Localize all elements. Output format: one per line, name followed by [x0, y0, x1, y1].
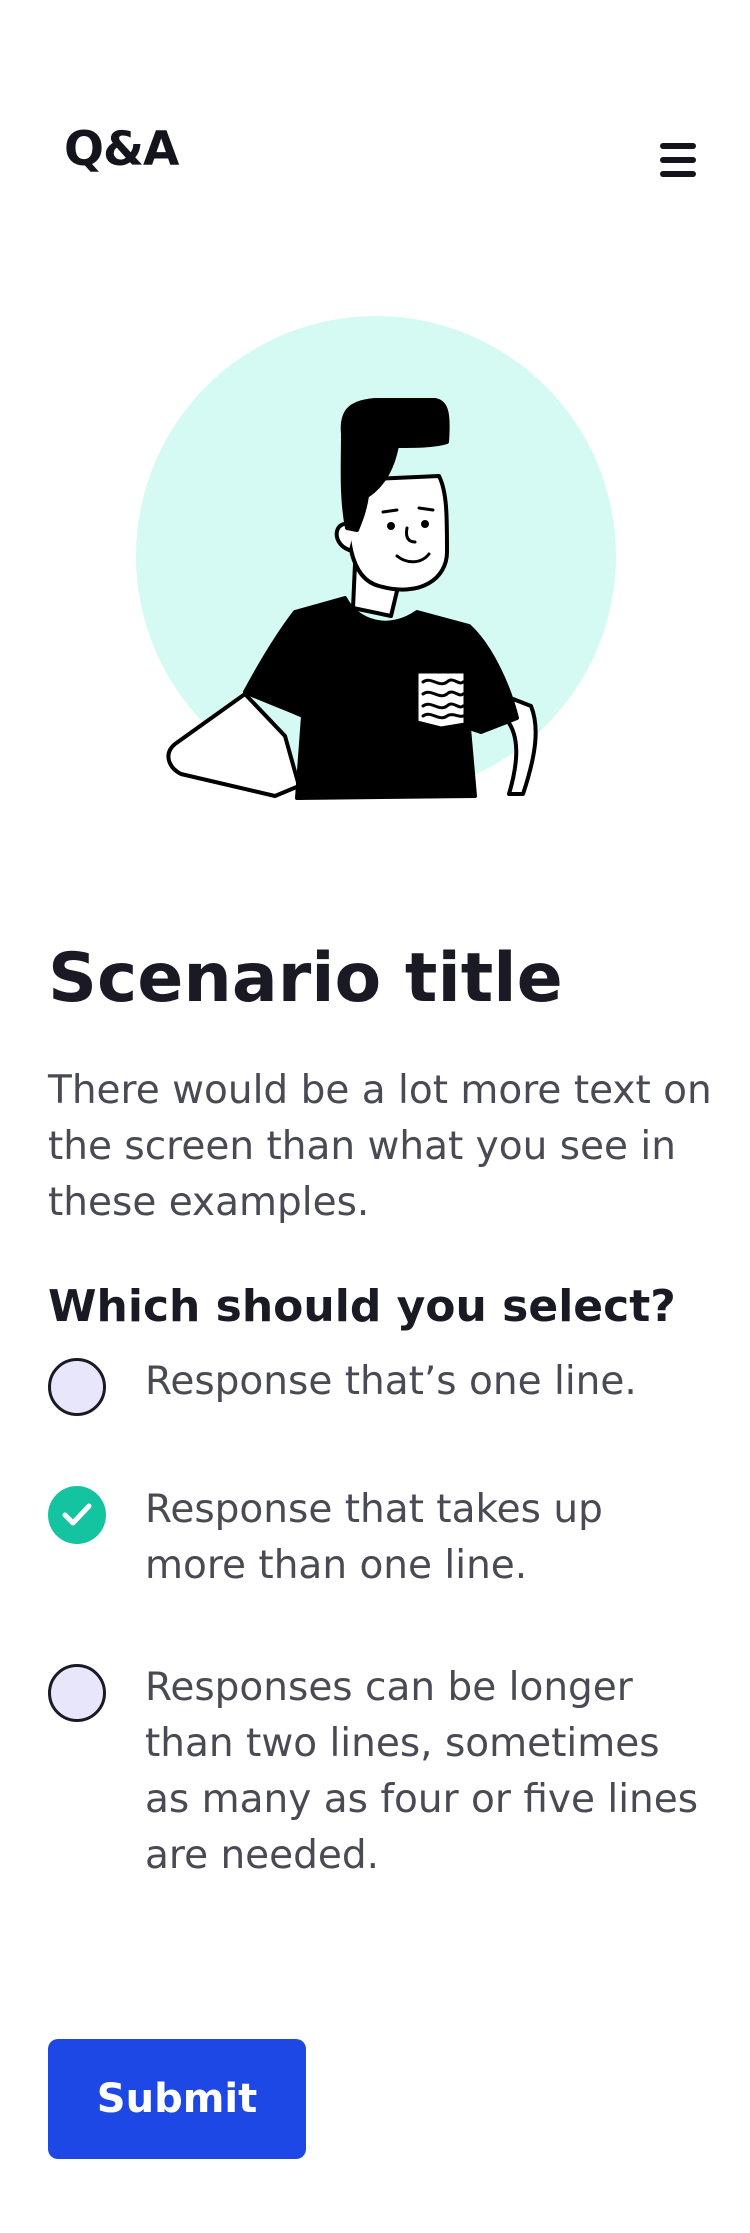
submit-button[interactable]: Submit: [48, 2039, 306, 2159]
radio-unchecked-icon[interactable]: [48, 1664, 106, 1722]
hero-illustration: [135, 316, 616, 806]
question-prompt: Which should you select?: [48, 1280, 676, 1332]
option-label: Responses can be longer than two lines, …: [145, 1665, 699, 1878]
option-2[interactable]: Response that takes up more than one lin…: [48, 1486, 708, 1606]
option-label: Response that takes up more than one lin…: [145, 1487, 603, 1588]
option-1[interactable]: Response that’s one line.: [48, 1358, 708, 1422]
option-label: Response that’s one line.: [145, 1359, 637, 1404]
scenario-description: There would be a lot more text on the sc…: [48, 1068, 712, 1225]
checkmark-icon: [62, 1503, 92, 1526]
top-bar: Q&A: [0, 0, 750, 300]
option-3[interactable]: Responses can be longer than two lines, …: [48, 1664, 708, 1954]
radio-unchecked-icon[interactable]: [48, 1358, 106, 1416]
hamburger-menu-icon[interactable]: [656, 138, 700, 182]
radio-checked-icon[interactable]: [48, 1486, 106, 1544]
person-illustration: [136, 316, 616, 800]
brand-title: Q&A: [64, 122, 179, 177]
scenario-title: Scenario title: [48, 938, 563, 1018]
